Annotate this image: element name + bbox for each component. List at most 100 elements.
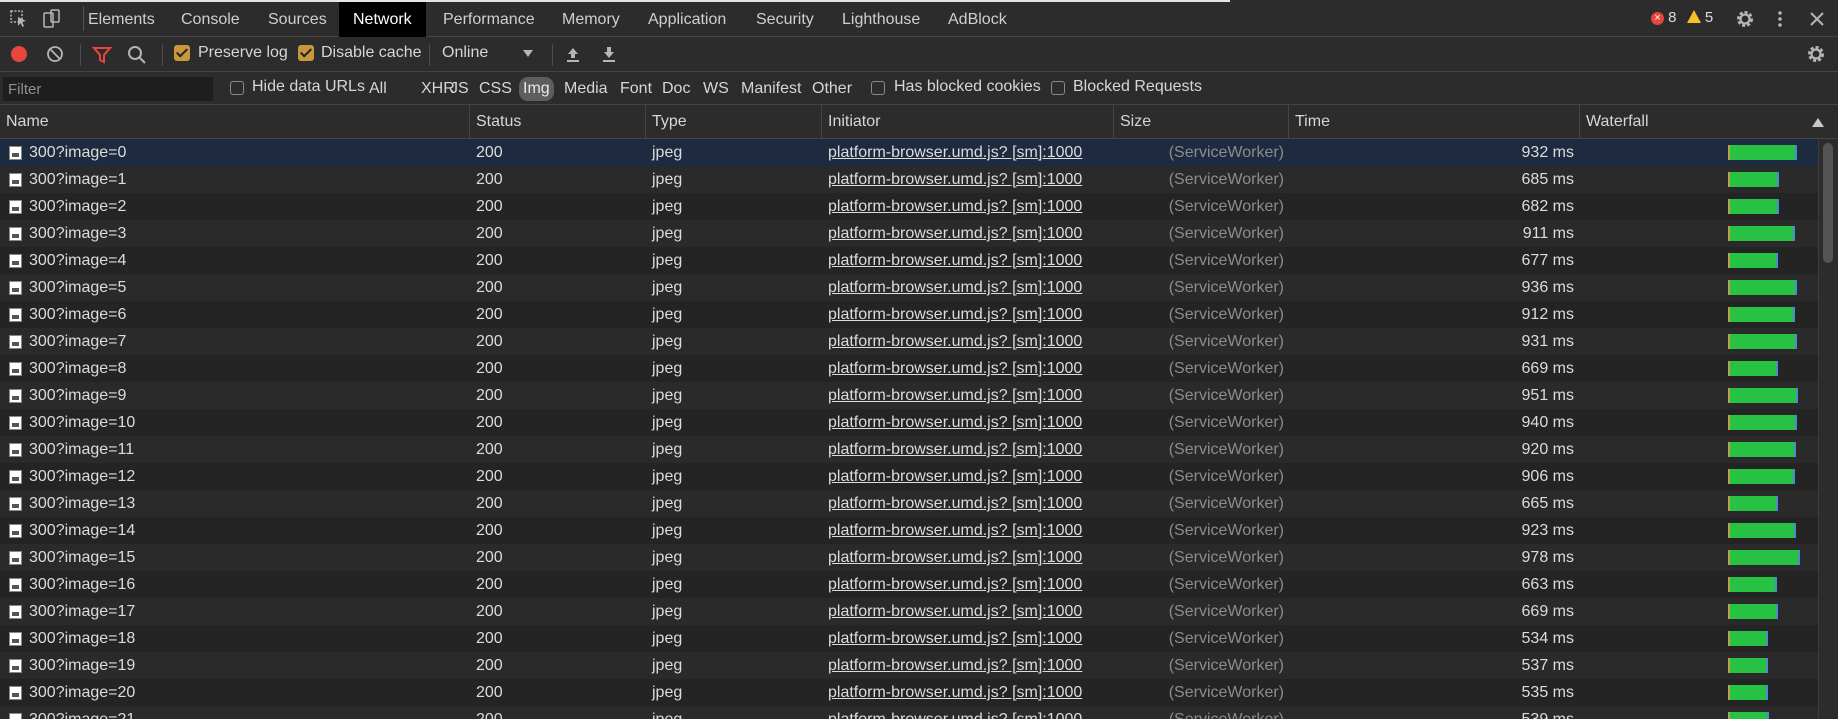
table-row[interactable]: 300?image=0 200 jpeg platform-browser.umd.j… [0,139,1818,166]
request-initiator[interactable]: platform-browser.umd.js? [sm]:1000 [822,544,1114,571]
select-element-icon[interactable] [9,9,29,29]
request-initiator[interactable]: platform-browser.umd.js? [sm]:1000 [822,436,1114,463]
waterfall-bar[interactable] [1728,334,1795,349]
request-initiator[interactable]: platform-browser.umd.js? [sm]:1000 [822,598,1114,625]
table-row[interactable]: 300?image=1 200 jpeg platform-browser.umd.j… [0,166,1818,193]
waterfall-bar[interactable] [1728,523,1794,538]
waterfall-bar[interactable] [1728,307,1793,322]
table-row[interactable]: 300?image=6 200 jpeg platform-browser.umd.j… [0,301,1818,328]
network-settings-icon[interactable] [1806,44,1826,64]
waterfall-bar[interactable] [1728,496,1776,511]
request-initiator[interactable]: platform-browser.umd.js? [sm]:1000 [822,382,1114,409]
waterfall-bar[interactable] [1728,442,1794,457]
column-header-status[interactable]: Status [470,105,646,139]
request-initiator[interactable]: platform-browser.umd.js? [sm]:1000 [822,274,1114,301]
table-row[interactable]: 300?image=7 200 jpeg platform-browser.umd.j… [0,328,1818,355]
column-header-size[interactable]: Size [1114,105,1289,139]
request-initiator[interactable]: platform-browser.umd.js? [sm]:1000 [822,166,1114,193]
tab-sources[interactable]: Sources [254,2,341,37]
blocked-requests-checkbox[interactable] [1051,81,1065,95]
table-row[interactable]: 300?image=13 200 jpeg platform-browser.umd.… [0,490,1818,517]
hide-data-urls-label[interactable]: Hide data URLs [252,78,365,96]
more-icon[interactable] [1770,9,1790,29]
waterfall-bar[interactable] [1728,631,1766,646]
waterfall-bar[interactable] [1728,226,1793,241]
table-row[interactable]: 300?image=8 200 jpeg platform-browser.umd.j… [0,355,1818,382]
filter-type-font[interactable]: Font [618,77,654,101]
table-scrollbar[interactable] [1818,139,1838,719]
waterfall-bar[interactable] [1728,361,1776,376]
waterfall-bar[interactable] [1728,550,1798,565]
request-initiator[interactable]: platform-browser.umd.js? [sm]:1000 [822,463,1114,490]
settings-icon[interactable] [1735,9,1755,29]
issue-counts[interactable]: × 8 5 [1651,9,1713,26]
table-row[interactable]: 300?image=17 200 jpeg platform-browser.umd.… [0,598,1818,625]
waterfall-bar[interactable] [1728,604,1776,619]
tab-network[interactable]: Network [339,2,426,37]
column-header-time[interactable]: Time [1289,105,1580,139]
table-row[interactable]: 300?image=12 200 jpeg platform-browser.umd.… [0,463,1818,490]
table-row[interactable]: 300?image=2 200 jpeg platform-browser.umd.j… [0,193,1818,220]
table-row[interactable]: 300?image=9 200 jpeg platform-browser.umd.j… [0,382,1818,409]
clear-icon[interactable] [46,45,64,63]
waterfall-bar[interactable] [1728,199,1777,214]
filter-icon[interactable] [92,46,112,64]
filter-type-doc[interactable]: Doc [660,77,692,101]
waterfall-bar[interactable] [1728,712,1767,719]
filter-type-other[interactable]: Other [810,77,854,101]
table-row[interactable]: 300?image=21200jpegplatform-browser.umd.… [0,706,1818,719]
search-icon[interactable] [127,45,147,65]
table-row[interactable]: 300?image=4 200 jpeg platform-browser.umd.j… [0,247,1818,274]
close-icon[interactable] [1807,9,1827,29]
column-header-name[interactable]: Name [0,105,470,139]
tab-application[interactable]: Application [634,2,740,37]
request-initiator[interactable]: platform-browser.umd.js? [sm]:1000 [822,571,1114,598]
table-row[interactable]: 300?image=18 200 jpeg platform-browser.umd.… [0,625,1818,652]
tab-memory[interactable]: Memory [548,2,634,37]
device-toolbar-icon[interactable] [41,9,61,29]
request-initiator[interactable]: platform-browser.umd.js? [sm]:1000 [822,409,1114,436]
has-blocked-cookies-label[interactable]: Has blocked cookies [894,78,1041,96]
import-har-icon[interactable] [564,45,582,63]
request-initiator[interactable]: platform-browser.umd.js? [sm]:1000 [822,139,1114,166]
table-row[interactable]: 300?image=3 200 jpeg platform-browser.umd.j… [0,220,1818,247]
request-initiator[interactable]: platform-browser.umd.js? [sm]:1000 [822,193,1114,220]
request-initiator[interactable]: platform-browser.umd.js? [sm]:1000 [822,301,1114,328]
filter-input[interactable] [3,77,213,101]
column-header-type[interactable]: Type [646,105,822,139]
request-initiator[interactable]: platform-browser.umd.js? [sm]:1000 [822,679,1114,706]
disable-cache-checkbox[interactable] [298,45,314,61]
request-initiator[interactable]: platform-browser.umd.js? [sm]:1000 [822,355,1114,382]
preserve-log-label[interactable]: Preserve log [198,44,288,62]
waterfall-bar[interactable] [1728,280,1795,295]
waterfall-bar[interactable] [1728,172,1777,187]
waterfall-bar[interactable] [1728,253,1776,268]
filter-type-all[interactable]: All [367,77,389,101]
has-blocked-cookies-checkbox[interactable] [871,81,885,95]
waterfall-bar[interactable] [1728,145,1795,160]
waterfall-bar[interactable] [1728,469,1793,484]
request-initiator[interactable]: platform-browser.umd.js? [sm]:1000 [822,220,1114,247]
request-initiator[interactable]: platform-browser.umd.js? [sm]:1000 [822,625,1114,652]
table-row[interactable]: 300?image=10 200 jpeg platform-browser.umd.… [0,409,1818,436]
waterfall-bar[interactable] [1728,388,1796,403]
filter-type-img[interactable]: Img [519,77,554,101]
hide-data-urls-checkbox[interactable] [230,81,244,95]
tab-security[interactable]: Security [742,2,828,37]
preserve-log-checkbox[interactable] [174,45,190,61]
tab-adblock[interactable]: AdBlock [934,2,1021,37]
waterfall-bar[interactable] [1728,658,1766,673]
column-header-waterfall[interactable]: Waterfall [1580,105,1838,139]
table-row[interactable]: 300?image=20 200 jpeg platform-browser.umd.… [0,679,1818,706]
record-icon[interactable] [10,45,28,63]
request-initiator[interactable]: platform-browser.umd.js? [sm]:1000 [822,706,1114,719]
scrollbar-thumb[interactable] [1823,143,1833,263]
table-row[interactable]: 300?image=11 200 jpeg platform-browser.umd.… [0,436,1818,463]
filter-type-ws[interactable]: WS [701,77,731,101]
filter-type-js[interactable]: JS [448,77,471,101]
table-row[interactable]: 300?image=5 200 jpeg platform-browser.umd.j… [0,274,1818,301]
tab-lighthouse[interactable]: Lighthouse [828,2,934,37]
table-row[interactable]: 300?image=16 200 jpeg platform-browser.umd.… [0,571,1818,598]
export-har-icon[interactable] [600,45,618,63]
request-initiator[interactable]: platform-browser.umd.js? [sm]:1000 [822,517,1114,544]
